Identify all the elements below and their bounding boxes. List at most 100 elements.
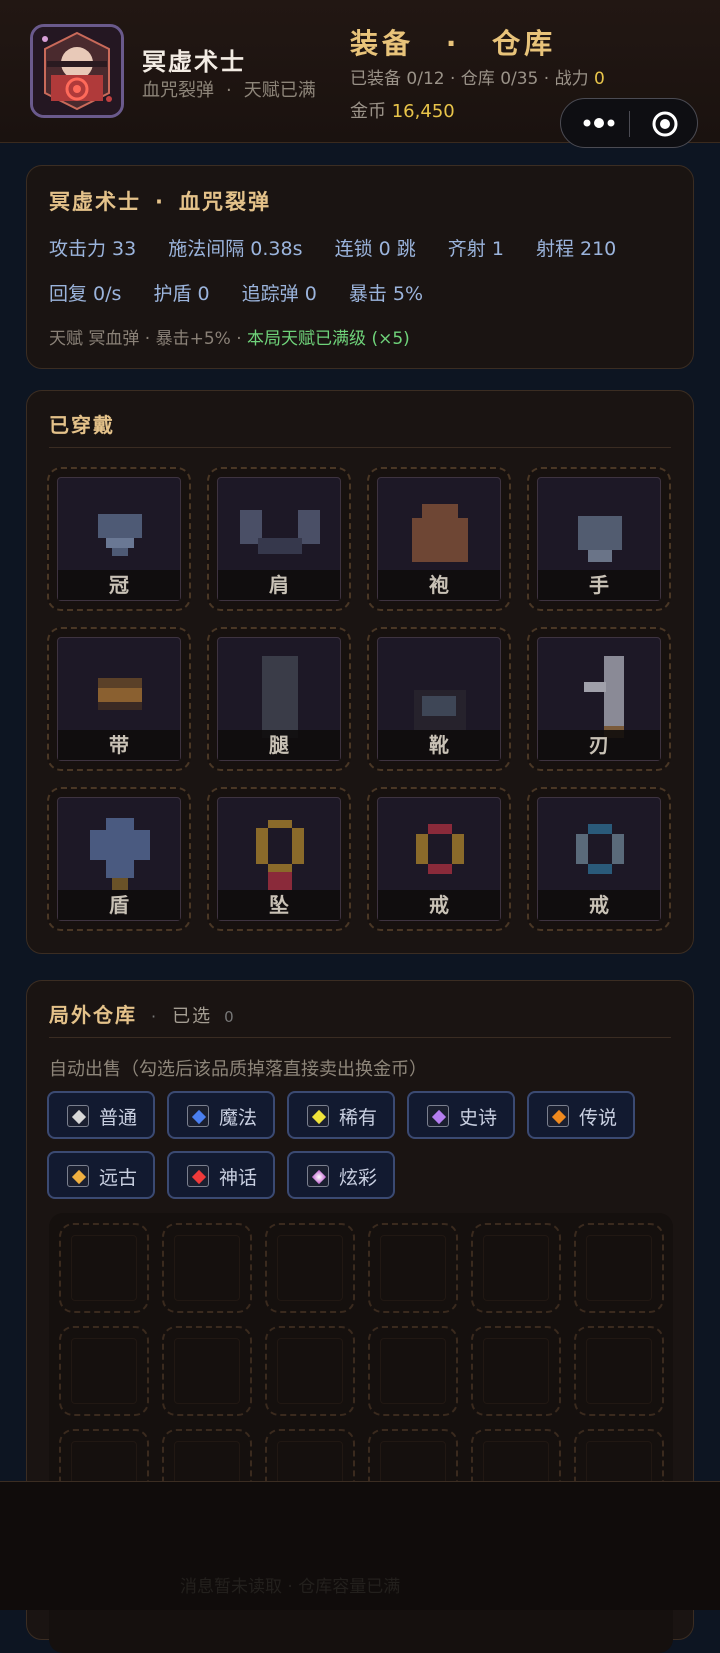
equipped-card: 已穿戴 冠 肩 袍 手 带 腿 靴 刃 盾 坠 戒 戒 (26, 390, 694, 954)
character-name: 冥虚术士 (142, 48, 246, 76)
slot-label: 盾 (58, 890, 180, 920)
shield-icon (90, 818, 150, 890)
warehouse-cell[interactable] (265, 1326, 355, 1416)
slot-label: 戒 (538, 890, 660, 920)
autosell-common-toggle[interactable]: 普通 (47, 1091, 155, 1139)
talent-line: 天赋 冥血弹 · 暴击+5% · 本局天赋已满级 (×5) (49, 329, 410, 349)
belt-icon (98, 678, 142, 710)
warehouse-cell[interactable] (471, 1326, 561, 1416)
character-avatar[interactable] (30, 24, 124, 118)
gem-icon (71, 1169, 87, 1185)
equip-slot-crown[interactable]: 冠 (47, 467, 191, 611)
autosell-mythic-toggle[interactable]: 神话 (167, 1151, 275, 1199)
crown-icon (98, 514, 142, 556)
checkbox[interactable] (67, 1165, 89, 1187)
equipped-title: 已穿戴 (49, 413, 115, 437)
gem-icon (311, 1169, 327, 1185)
character-stats-card: 冥虚术士 · 血咒裂弹 攻击力 33 施法间隔 0.38s 连锁 0 跳 齐射 1 … (26, 165, 694, 369)
checkbox[interactable] (187, 1165, 209, 1187)
divider (49, 447, 671, 448)
glove-icon (578, 516, 622, 562)
warehouse-cell[interactable] (162, 1223, 252, 1313)
skill-name: 血咒裂弹 (142, 80, 214, 101)
slot-label: 刃 (538, 730, 660, 760)
ring-red-icon (416, 824, 464, 874)
warehouse-cell[interactable] (368, 1223, 458, 1313)
stats-row-2: 回复 0/s 护盾 0 追踪弹 0 暴击 5% (49, 279, 449, 306)
shoulder-icon (240, 510, 320, 554)
slot-label: 戒 (378, 890, 500, 920)
warehouse-cell[interactable] (368, 1326, 458, 1416)
slot-label: 坠 (218, 890, 340, 920)
slot-label: 冠 (58, 570, 180, 600)
warehouse-title: 局外仓库 · 已选 0 (49, 1003, 236, 1027)
checkbox[interactable] (427, 1105, 449, 1127)
stat-crit: 暴击 5% (348, 283, 424, 305)
selected-label: 已选 (172, 1006, 213, 1027)
stat-regen: 回复 0/s (49, 283, 122, 305)
stat-homing: 追踪弹 0 (241, 283, 317, 305)
checkbox[interactable] (187, 1105, 209, 1127)
warehouse-cell[interactable] (265, 1223, 355, 1313)
character-subline: 血咒裂弹 · 天赋已满 (142, 80, 316, 101)
header-stats: 已装备 0/12 · 仓库 0/35 · 战力 0 (350, 69, 605, 89)
equip-slot-hand[interactable]: 手 (527, 467, 671, 611)
bottom-bar: 消息暂未读取 · 仓库容量已满 (0, 1481, 720, 1610)
target-icon[interactable] (651, 110, 679, 138)
autosell-magic-toggle[interactable]: 魔法 (167, 1091, 275, 1139)
warehouse-cell[interactable] (471, 1223, 561, 1313)
selected-count: 0 (224, 1008, 236, 1026)
autosell-ancient-toggle[interactable]: 远古 (47, 1151, 155, 1199)
stat-volley: 齐射 1 (447, 238, 504, 260)
title-equip: 装备 (350, 27, 415, 60)
autosell-hint: 自动出售（勾选后该品质掉落直接卖出换金币） (49, 1059, 427, 1080)
bottom-faint-text: 消息暂未读取 · 仓库容量已满 (180, 1577, 401, 1597)
checkbox[interactable] (547, 1105, 569, 1127)
slot-label: 手 (538, 570, 660, 600)
power-value: 0 (594, 69, 605, 89)
stat-attack: 攻击力 33 (49, 238, 137, 260)
checkbox[interactable] (307, 1105, 329, 1127)
equip-slot-shoulder[interactable]: 肩 (207, 467, 351, 611)
gold-display: 金币 16,450 (350, 101, 455, 122)
slot-label: 靴 (378, 730, 500, 760)
warehouse-cell[interactable] (574, 1326, 664, 1416)
warehouse-cell[interactable] (59, 1326, 149, 1416)
stat-chain: 连锁 0 跳 (334, 238, 416, 260)
boot-icon (414, 690, 466, 730)
autosell-legendary-toggle[interactable]: 传说 (527, 1091, 635, 1139)
equip-slot-blade[interactable]: 刃 (527, 627, 671, 771)
checkbox[interactable] (307, 1165, 329, 1187)
gem-icon (191, 1169, 207, 1185)
gem-icon (191, 1109, 207, 1125)
talent-status: 天赋已满 (243, 80, 316, 101)
autosell-iridescent-toggle[interactable]: 炫彩 (287, 1151, 395, 1199)
page-title: 装备 · 仓库 (350, 27, 557, 60)
stats-card-title: 冥虚术士 · 血咒裂弹 (49, 190, 271, 214)
miniprogram-capsule (560, 98, 698, 148)
divider (49, 1037, 671, 1038)
talent-max-text: 本局天赋已满级 (×5) (247, 329, 410, 349)
warehouse-cell[interactable] (59, 1223, 149, 1313)
equip-slot-ring-1[interactable]: 戒 (367, 787, 511, 931)
warehouse-cell[interactable] (574, 1223, 664, 1313)
stat-shield: 护盾 0 (153, 283, 210, 305)
checkbox[interactable] (67, 1105, 89, 1127)
gem-icon (71, 1109, 87, 1125)
slot-label: 肩 (218, 570, 340, 600)
slot-label: 腿 (218, 730, 340, 760)
more-icon[interactable] (581, 111, 617, 135)
gold-value: 16,450 (391, 101, 455, 122)
stat-range: 射程 210 (535, 238, 617, 260)
equip-slot-robe[interactable]: 袍 (367, 467, 511, 611)
equip-slot-ring-2[interactable]: 戒 (527, 787, 671, 931)
equip-slot-shield[interactable]: 盾 (47, 787, 191, 931)
autosell-epic-toggle[interactable]: 史诗 (407, 1091, 515, 1139)
equip-slot-leg[interactable]: 腿 (207, 627, 351, 771)
autosell-rare-toggle[interactable]: 稀有 (287, 1091, 395, 1139)
equip-slot-pendant[interactable]: 坠 (207, 787, 351, 931)
equip-slot-belt[interactable]: 带 (47, 627, 191, 771)
robe-icon (412, 504, 468, 562)
equip-slot-boot[interactable]: 靴 (367, 627, 511, 771)
warehouse-cell[interactable] (162, 1326, 252, 1416)
